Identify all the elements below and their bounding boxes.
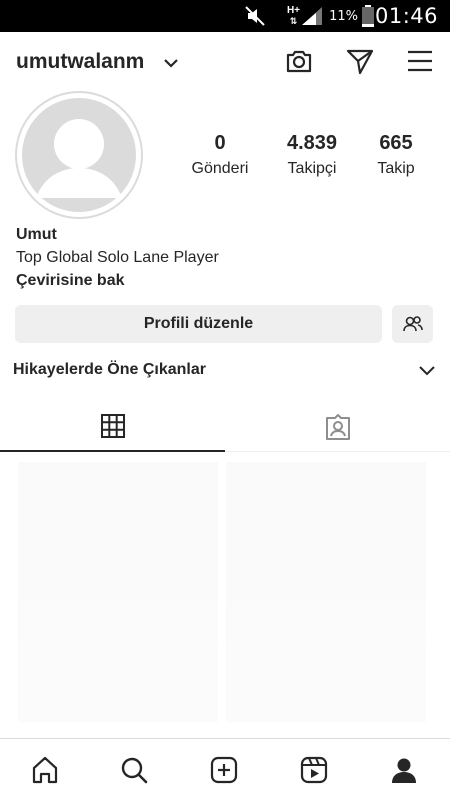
- stat-following[interactable]: 665 Takip: [351, 132, 441, 178]
- grid-placeholder: [18, 462, 218, 722]
- posts-grid-area: [0, 452, 450, 738]
- camera-icon[interactable]: [284, 46, 314, 76]
- stat-followers-value: 4.839: [286, 132, 338, 154]
- nav-profile[interactable]: [387, 753, 421, 787]
- tagged-icon: [325, 414, 350, 440]
- reels-icon: [300, 756, 328, 784]
- chevron-down-icon[interactable]: [417, 361, 437, 381]
- signal-icon: [302, 0, 322, 32]
- direct-send-icon[interactable]: [345, 46, 375, 76]
- top-bar: umutwalanm: [0, 32, 450, 90]
- home-icon: [32, 756, 58, 784]
- mute-icon: [244, 0, 266, 32]
- add-people-icon: [402, 316, 423, 332]
- network-type: H+ ⇅: [286, 5, 300, 27]
- see-translation-link[interactable]: Çevirisine bak: [16, 272, 125, 290]
- stat-followers[interactable]: 4.839 Takipçi: [267, 132, 357, 178]
- bottom-nav: [0, 738, 450, 800]
- stat-posts-value: 0: [214, 132, 226, 154]
- edit-profile-button[interactable]: Profili düzenle: [15, 305, 382, 343]
- battery-percent: 11%: [329, 8, 358, 24]
- stat-posts[interactable]: 0 Gönderi: [175, 132, 265, 178]
- grid-icon: [100, 414, 125, 438]
- status-bar: H+ ⇅ 11% 01:46: [0, 0, 450, 32]
- battery-icon: [362, 0, 374, 32]
- story-highlights-header[interactable]: Hikayelerde Öne Çıkanlar: [13, 359, 437, 383]
- menu-icon[interactable]: [405, 46, 435, 76]
- network-type-label: H+: [286, 5, 300, 16]
- nav-reels[interactable]: [297, 753, 331, 787]
- tab-tagged[interactable]: [225, 402, 450, 452]
- default-avatar-icon: [36, 119, 122, 198]
- username[interactable]: umutwalanm: [16, 50, 144, 74]
- profile-tabs: [0, 402, 450, 452]
- search-icon: [121, 757, 148, 784]
- nav-search[interactable]: [117, 753, 151, 787]
- avatar[interactable]: [22, 98, 136, 212]
- grid-placeholder: [226, 462, 426, 722]
- nav-home[interactable]: [28, 753, 62, 787]
- profile-name: Umut: [16, 226, 57, 243]
- profile-icon: [392, 758, 416, 783]
- new-post-icon: [210, 756, 238, 784]
- stat-following-label: Takip: [377, 160, 415, 177]
- stat-posts-label: Gönderi: [191, 160, 249, 177]
- stat-following-value: 665: [379, 132, 413, 154]
- clock: 01:46: [374, 4, 438, 28]
- stat-followers-label: Takipçi: [287, 160, 337, 177]
- profile-bio: Top Global Solo Lane Player: [16, 249, 219, 266]
- chevron-down-icon[interactable]: [160, 52, 182, 74]
- tab-posts-grid[interactable]: [0, 402, 225, 452]
- story-highlights-title: Hikayelerde Öne Çıkanlar: [13, 361, 206, 378]
- nav-new-post[interactable]: [207, 753, 241, 787]
- discover-people-button[interactable]: [392, 305, 433, 343]
